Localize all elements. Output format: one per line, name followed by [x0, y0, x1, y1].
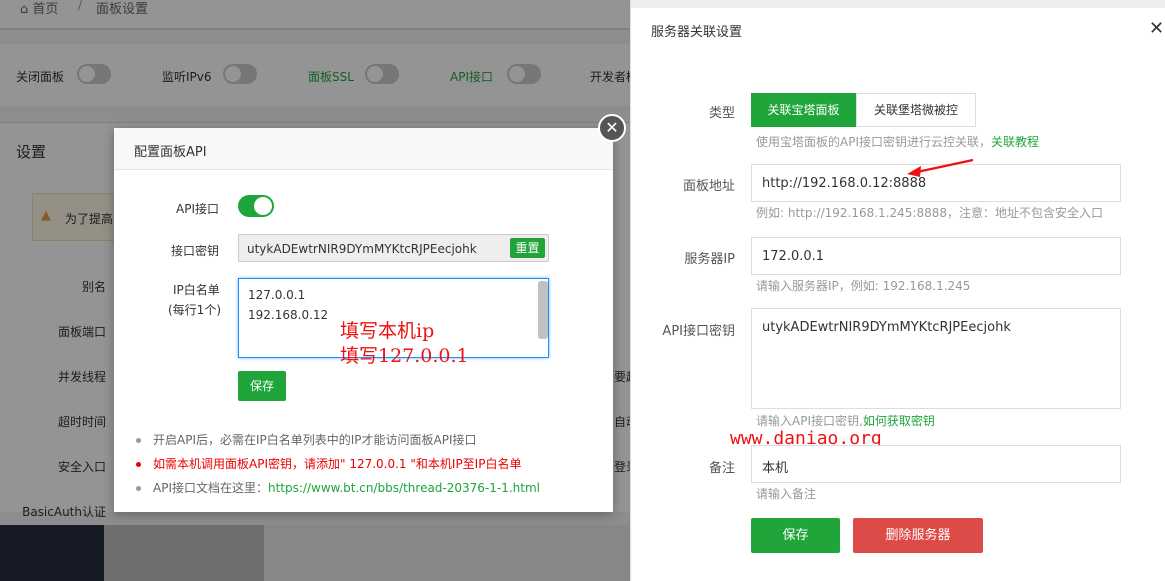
api-key-field: utykADEwtrNIR9DYmMYKtcRJPEecjohk 重置	[238, 234, 549, 262]
type-hint: 使用宝塔面板的API接口密钥进行云控关联，关联教程	[756, 135, 1040, 149]
ip-whitelist-sublabel: (每行1个)	[168, 303, 221, 317]
type-label: 类型	[708, 106, 735, 121]
how-to-get-key-link[interactable]: 如何获取密钥	[863, 414, 935, 428]
key-label: 接口密钥	[171, 244, 220, 258]
api-key-hint: 请输入API接口密钥,如何获取密钥	[756, 414, 935, 428]
note-item: 开启API后，必需在IP白名单列表中的IP才能访问面板API接口	[136, 431, 477, 448]
red-arrow-annotation	[907, 158, 974, 177]
api-doc-link[interactable]: https://www.bt.cn/bbs/thread-20376-1-1.h…	[268, 481, 540, 495]
server-link-drawer: 服务器关联设置 ✕ 类型 关联宝塔面板 关联堡塔微被控 使用宝塔面板的API接口…	[630, 0, 1165, 581]
dialog-title: 配置面板API	[134, 145, 207, 160]
api-label: API接口	[176, 202, 219, 216]
save-server-button[interactable]: 保存	[751, 518, 840, 553]
close-icon[interactable]: ✕	[1149, 18, 1164, 39]
api-toggle-switch[interactable]	[238, 195, 274, 217]
url-hint: 例如: http://192.168.1.245:8888，注意：地址不包含安全…	[756, 206, 1103, 220]
note-label: 备注	[708, 461, 735, 476]
api-key-textarea[interactable]: utykADEwtrNIR9DYmMYKtcRJPEecjohk	[751, 308, 1121, 409]
ip-whitelist-label: IP白名单	[173, 283, 220, 297]
tab-bt-panel[interactable]: 关联宝塔面板	[751, 93, 856, 127]
server-ip-input[interactable]: 172.0.0.1	[751, 237, 1121, 275]
note-hint: 请输入备注	[756, 487, 817, 501]
dialog-header: 配置面板API	[114, 128, 613, 170]
annotation-local-ip: 填写本机ip	[340, 320, 435, 342]
tutorial-link[interactable]: 关联教程	[991, 135, 1039, 149]
server-ip-hint: 请输入服务器IP，例如: 192.168.1.245	[756, 279, 971, 293]
drawer-title: 服务器关联设置	[651, 25, 743, 40]
delete-server-button[interactable]: 删除服务器	[853, 518, 983, 553]
tab-bt-controlled[interactable]: 关联堡塔微被控	[856, 93, 976, 127]
reset-key-button[interactable]: 重置	[510, 238, 545, 258]
api-key-label: API接口密钥	[662, 324, 735, 339]
url-label: 面板地址	[682, 179, 735, 194]
annotation-localhost: 填写127.0.0.1	[340, 345, 469, 367]
close-icon[interactable]: ✕	[598, 114, 626, 142]
save-button[interactable]: 保存	[238, 371, 286, 401]
note-item: API接口文档在这里：https://www.bt.cn/bbs/thread-…	[136, 479, 540, 496]
server-ip-label: 服务器IP	[684, 252, 735, 267]
note-input[interactable]: 本机	[751, 445, 1121, 483]
note-item: 如需本机调用面板API密钥，请添加" 127.0.0.1 "和本机IP至IP白名…	[136, 455, 521, 472]
textarea-scrollbar[interactable]	[538, 281, 548, 339]
